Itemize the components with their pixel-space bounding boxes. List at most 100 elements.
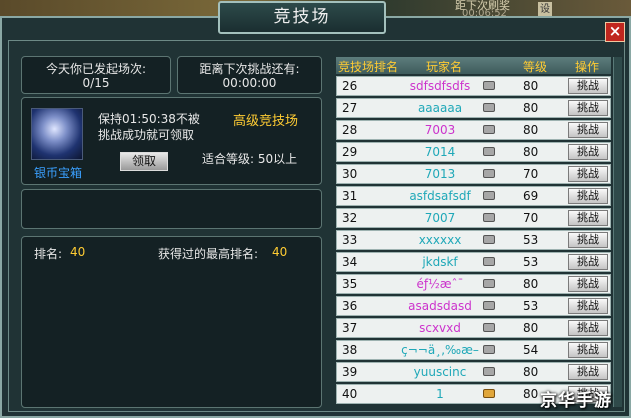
row-level: 70 xyxy=(523,167,539,181)
challenge-button[interactable]: 挑战 xyxy=(568,276,608,292)
row-level: 80 xyxy=(523,123,539,137)
row-rank: 29 xyxy=(342,145,358,159)
window-title: 竞技场 xyxy=(218,1,386,34)
row-rank: 37 xyxy=(342,321,358,335)
watermark: 京华手游 xyxy=(540,391,612,411)
row-rank: 35 xyxy=(342,277,358,291)
row-level: 54 xyxy=(523,343,539,357)
header-level: 等级 xyxy=(523,60,548,74)
ranking-row: 34 jkdskf 53 挑战 xyxy=(336,252,611,272)
challenge-button[interactable]: 挑战 xyxy=(568,342,608,358)
level-requirement: 适合等级: 50以上 xyxy=(202,152,298,166)
chest-icon xyxy=(483,235,495,244)
challenge-button[interactable]: 挑战 xyxy=(568,188,608,204)
ranking-row: 26 sdfsdfsdfs 80 挑战 xyxy=(336,76,611,96)
row-level: 53 xyxy=(523,299,539,313)
row-rank: 31 xyxy=(342,189,358,203)
header-player: 玩家名 xyxy=(426,60,463,74)
ranking-row: 32 7007 70 挑战 xyxy=(336,208,611,228)
row-rank: 30 xyxy=(342,167,358,181)
row-rank: 40 xyxy=(342,387,358,401)
next-challenge-label: 距离下次挑战还有: xyxy=(199,62,300,76)
ranking-row: 28 7003 80 挑战 xyxy=(336,120,611,140)
challenge-button[interactable]: 挑战 xyxy=(568,100,608,116)
chest-icon xyxy=(483,389,495,398)
challenge-button[interactable]: 挑战 xyxy=(568,298,608,314)
ranking-row: 36 asadsdasd 53 挑战 xyxy=(336,296,611,316)
row-rank: 36 xyxy=(342,299,358,313)
reward-item-name: 银币宝箱 xyxy=(34,166,83,180)
challenge-button[interactable]: 挑战 xyxy=(568,232,608,248)
ranking-row: 30 7013 70 挑战 xyxy=(336,164,611,184)
row-rank: 34 xyxy=(342,255,358,269)
row-rank: 28 xyxy=(342,123,358,137)
rank-label: 排名: xyxy=(34,247,63,261)
info-panel xyxy=(21,189,322,229)
row-level: 80 xyxy=(523,277,539,291)
header-rank: 竞技场排名 xyxy=(338,60,399,74)
chest-icon xyxy=(483,147,495,156)
reward-description-line2: 挑战成功就可领取 xyxy=(98,128,195,142)
header-action: 操作 xyxy=(575,60,600,74)
ranking-row: 37 scxvxd 80 挑战 xyxy=(336,318,611,338)
close-button[interactable]: × xyxy=(605,22,625,42)
row-level: 80 xyxy=(523,145,539,159)
stats-panel: 排名: 40 获得过的最高排名: 40 xyxy=(21,236,322,408)
row-rank: 32 xyxy=(342,211,358,225)
ranking-row: 38 ç¬¬ä¸‚‰æ– 54 挑战 xyxy=(336,340,611,360)
row-rank: 33 xyxy=(342,233,358,247)
row-level: 80 xyxy=(523,365,539,379)
chest-icon xyxy=(483,257,495,266)
challenge-button[interactable]: 挑战 xyxy=(568,166,608,182)
ranking-row: 27 aaaaaa 80 挑战 xyxy=(336,98,611,118)
arena-type-label: 高级竞技场 xyxy=(233,114,299,129)
challenge-button[interactable]: 挑战 xyxy=(568,320,608,336)
row-rank: 39 xyxy=(342,365,358,379)
silver-chest-icon[interactable] xyxy=(31,108,83,160)
ranking-row: 33 xxxxxx 53 挑战 xyxy=(336,230,611,250)
reward-description-line1: 保持01:50:38不被 xyxy=(98,112,200,126)
row-rank: 27 xyxy=(342,101,358,115)
challenge-count-label: 今天你已发起场次: xyxy=(45,62,147,76)
ranking-row: 29 7014 80 挑战 xyxy=(336,142,611,162)
claim-button[interactable]: 领取 xyxy=(120,152,168,171)
row-level: 53 xyxy=(523,255,539,269)
challenge-count-panel: 今天你已发起场次: 0/15 xyxy=(21,56,171,94)
challenge-count-value: 0/15 xyxy=(82,76,110,90)
chest-icon xyxy=(483,169,495,178)
ranking-table-header: 竞技场排名 玩家名 等级 操作 xyxy=(336,57,611,74)
row-level: 80 xyxy=(523,101,539,115)
row-level: 70 xyxy=(523,211,539,225)
chest-icon xyxy=(483,191,495,200)
ranking-row: 31 asfdsafsdf 69 挑战 xyxy=(336,186,611,206)
row-level: 53 xyxy=(523,233,539,247)
best-rank-value: 40 xyxy=(272,245,288,259)
ranking-scrollbar[interactable] xyxy=(613,57,622,407)
challenge-button[interactable]: 挑战 xyxy=(568,254,608,270)
chest-icon xyxy=(483,103,495,112)
challenge-button[interactable]: 挑战 xyxy=(568,144,608,160)
chest-icon xyxy=(483,81,495,90)
chest-icon xyxy=(483,213,495,222)
chest-icon xyxy=(483,323,495,332)
chest-icon xyxy=(483,301,495,310)
challenge-button[interactable]: 挑战 xyxy=(568,78,608,94)
rank-value: 40 xyxy=(70,245,86,259)
best-rank-label: 获得过的最高排名: xyxy=(158,247,259,261)
challenge-button[interactable]: 挑战 xyxy=(568,122,608,138)
chest-icon xyxy=(483,279,495,288)
row-level: 69 xyxy=(523,189,539,203)
ranking-row: 35 éƒ½æˆ¯ 80 挑战 xyxy=(336,274,611,294)
row-level: 80 xyxy=(523,321,539,335)
ranking-row: 39 yuuscinc 80 挑战 xyxy=(336,362,611,382)
chest-icon xyxy=(483,367,495,376)
challenge-button[interactable]: 挑战 xyxy=(568,210,608,226)
chest-icon xyxy=(483,125,495,134)
challenge-button[interactable]: 挑战 xyxy=(568,364,608,380)
next-challenge-timer: 00:00:00 xyxy=(222,76,277,90)
row-level: 80 xyxy=(523,387,539,401)
next-challenge-panel: 距离下次挑战还有: 00:00:00 xyxy=(177,56,322,94)
row-rank: 38 xyxy=(342,343,358,357)
reward-panel: 银币宝箱 保持01:50:38不被 挑战成功就可领取 高级竞技场 领取 适合等级… xyxy=(21,97,322,185)
row-rank: 26 xyxy=(342,79,358,93)
